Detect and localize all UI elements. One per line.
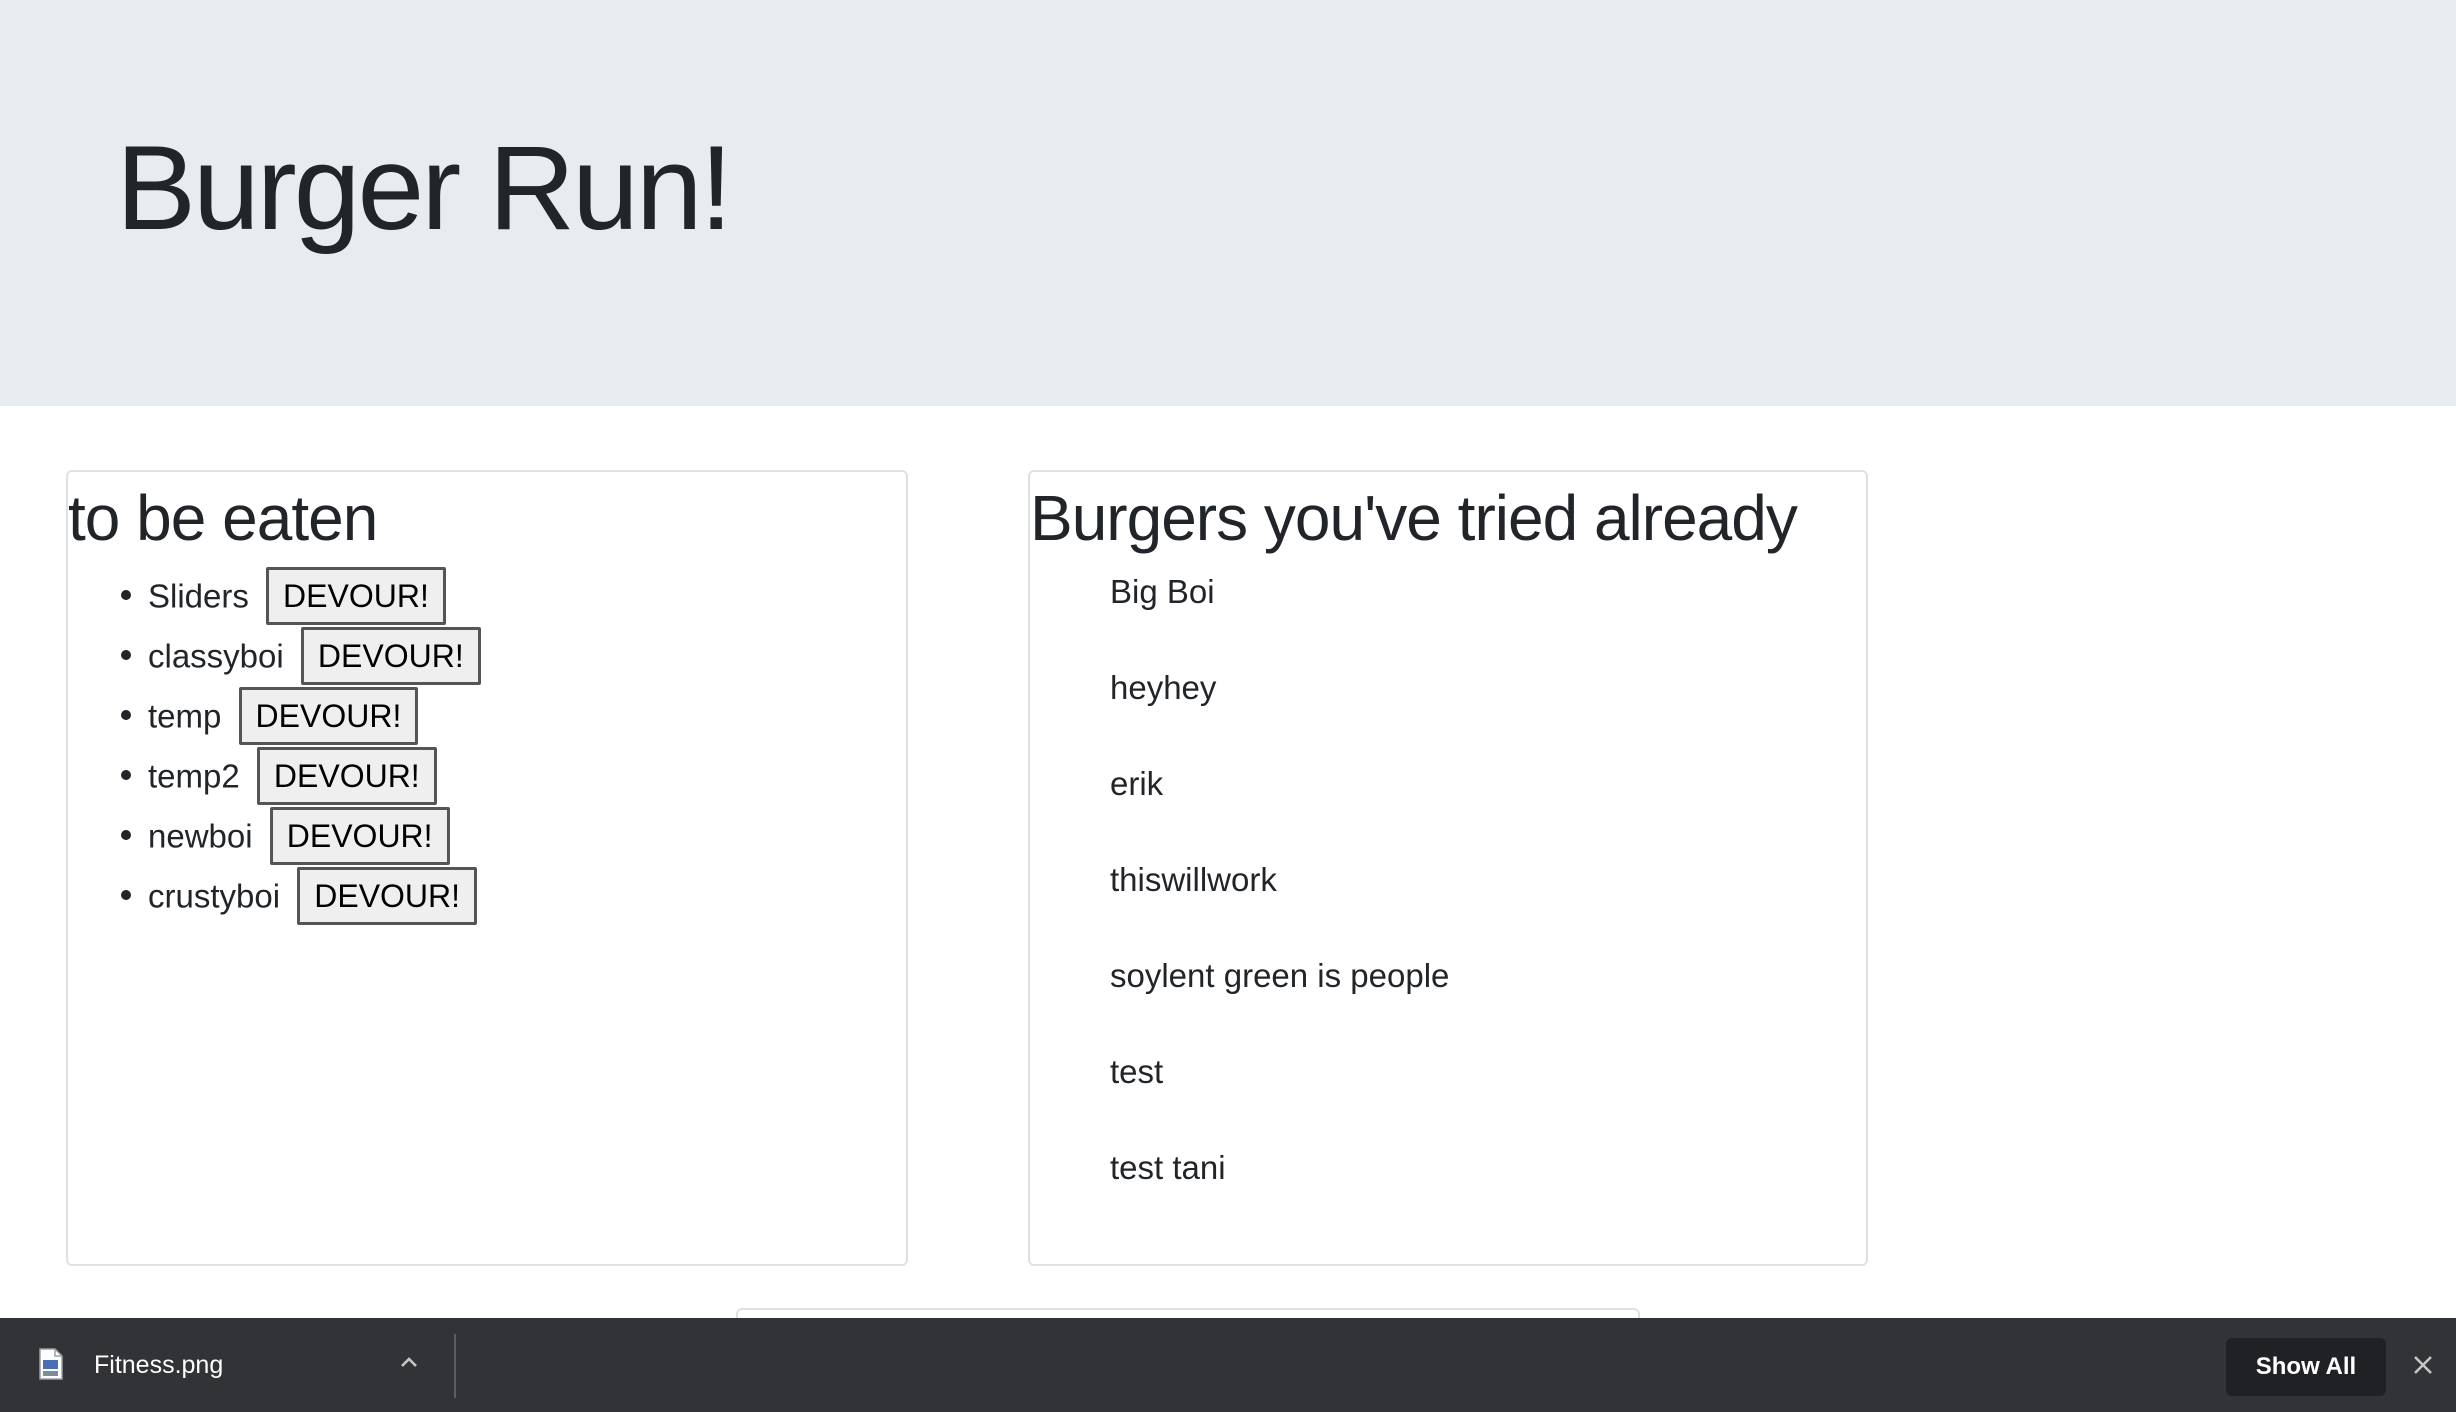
jumbotron-header: Burger Run! bbox=[0, 0, 2456, 406]
to-be-eaten-heading: to be eaten bbox=[68, 482, 378, 554]
png-file-icon bbox=[39, 1348, 63, 1380]
burger-name: temp2 bbox=[148, 757, 240, 795]
devour-button[interactable]: DEVOUR! bbox=[300, 627, 481, 686]
burger-name: Sliders bbox=[148, 577, 249, 615]
page-title: Burger Run! bbox=[116, 121, 733, 255]
chevron-up-icon[interactable] bbox=[396, 1352, 422, 1372]
devoured-list-item: test bbox=[1110, 1053, 1164, 1090]
burger-list-item: temp DEVOUR! bbox=[148, 684, 481, 746]
devoured-heading: Burgers you've tried already bbox=[1030, 482, 1798, 554]
devour-button[interactable]: DEVOUR! bbox=[256, 747, 437, 806]
show-all-button[interactable]: Show All bbox=[2226, 1338, 2386, 1396]
burger-name: temp bbox=[148, 697, 222, 735]
devoured-list-item: soylent green is people bbox=[1110, 957, 1450, 994]
download-file-name[interactable]: Fitness.png bbox=[94, 1318, 223, 1412]
download-bar-divider bbox=[454, 1334, 456, 1398]
devoured-list: Big Boi heyhey erik thiswillwork soylent… bbox=[1110, 564, 1449, 1236]
devour-button[interactable]: DEVOUR! bbox=[266, 567, 446, 626]
devoured-list-item: Big Boi bbox=[1110, 573, 1215, 610]
download-bar: Fitness.png Show All bbox=[0, 1318, 2456, 1412]
to-be-eaten-card: to be eaten Sliders DEVOUR! classyboi DE… bbox=[66, 470, 908, 1266]
burger-list-item: temp2 DEVOUR! bbox=[148, 744, 481, 806]
to-be-eaten-list: Sliders DEVOUR! classyboi DEVOUR! temp D… bbox=[68, 564, 481, 926]
burger-list-item: crustyboi DEVOUR! bbox=[148, 864, 481, 926]
devoured-list-item: erik bbox=[1110, 765, 1164, 802]
devoured-card: Burgers you've tried already Big Boi hey… bbox=[1028, 470, 1868, 1266]
devour-button[interactable]: DEVOUR! bbox=[238, 687, 419, 746]
devoured-list-item: test tani bbox=[1110, 1149, 1226, 1186]
devour-button[interactable]: DEVOUR! bbox=[269, 807, 450, 866]
devoured-list-item: heyhey bbox=[1110, 669, 1217, 706]
burger-name: newboi bbox=[148, 817, 253, 855]
close-icon[interactable] bbox=[2410, 1352, 2436, 1378]
burger-list-item: Sliders DEVOUR! bbox=[148, 564, 481, 626]
burger-list-item: classyboi DEVOUR! bbox=[148, 624, 481, 686]
burger-list-item: newboi DEVOUR! bbox=[148, 804, 481, 866]
burger-name: crustyboi bbox=[148, 877, 281, 915]
devoured-list-item: thiswillwork bbox=[1110, 861, 1277, 898]
devour-button[interactable]: DEVOUR! bbox=[297, 867, 478, 926]
burger-name: classyboi bbox=[148, 637, 284, 675]
